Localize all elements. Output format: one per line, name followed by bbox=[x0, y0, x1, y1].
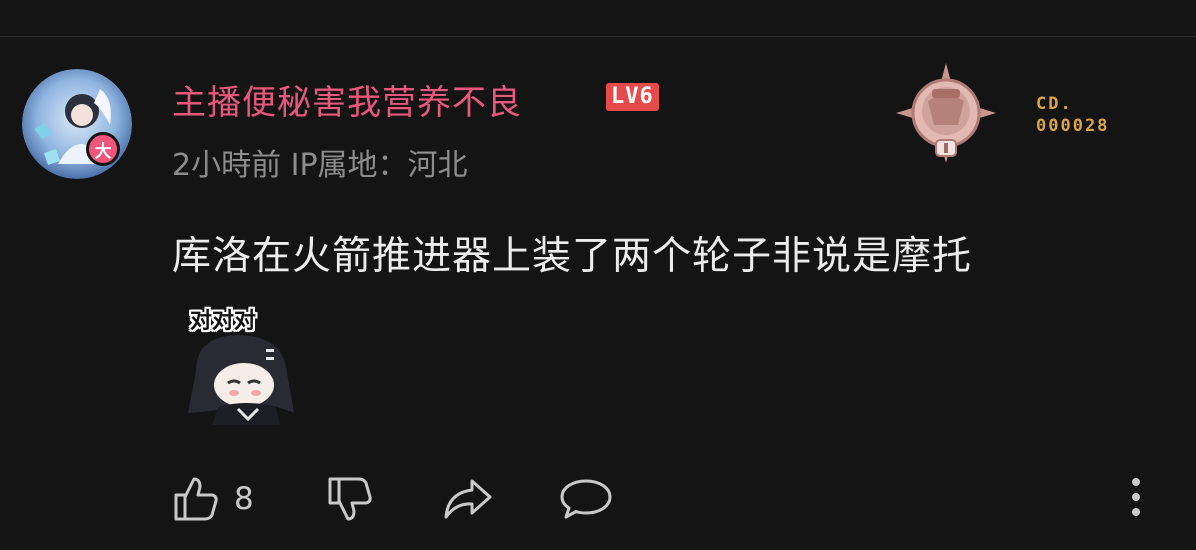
dislike-icon bbox=[328, 477, 372, 521]
like-button[interactable]: 8 bbox=[172, 475, 254, 523]
medal-icon[interactable] bbox=[894, 61, 998, 165]
avatar[interactable] bbox=[22, 69, 132, 179]
more-button[interactable] bbox=[1126, 475, 1146, 523]
username[interactable]: 主播便秘害我营养不良 bbox=[172, 75, 522, 124]
like-icon bbox=[174, 477, 218, 521]
avatar-badge: 大 bbox=[86, 132, 120, 166]
reply-button[interactable] bbox=[560, 475, 612, 523]
share-icon bbox=[444, 479, 492, 519]
sticker-caption: 对对对 bbox=[190, 309, 257, 334]
medal-number: 000028 bbox=[1036, 116, 1110, 136]
avatar-wrap[interactable]: 大 bbox=[22, 69, 132, 179]
share-button[interactable] bbox=[442, 475, 494, 523]
comment-text: 库洛在火箭推进器上装了两个轮子非说是摩托 bbox=[172, 234, 973, 279]
more-icon bbox=[1132, 478, 1140, 516]
comment-card: 大 主播便秘害我营养不良 LV6 2小時前 IP属地：河北 CD. 000028… bbox=[0, 37, 1196, 550]
sticker-image[interactable]: 对对对 bbox=[182, 301, 312, 431]
reply-icon bbox=[560, 479, 612, 519]
medal-text: CD. 000028 bbox=[1036, 93, 1109, 137]
comment-meta: 2小時前 IP属地：河北 bbox=[172, 148, 468, 183]
like-count: 8 bbox=[234, 481, 254, 517]
level-badge: LV6 bbox=[606, 83, 659, 111]
dislike-button[interactable] bbox=[326, 475, 374, 523]
medal-label: CD. bbox=[1036, 94, 1073, 114]
action-bar: 8 bbox=[0, 475, 1196, 525]
